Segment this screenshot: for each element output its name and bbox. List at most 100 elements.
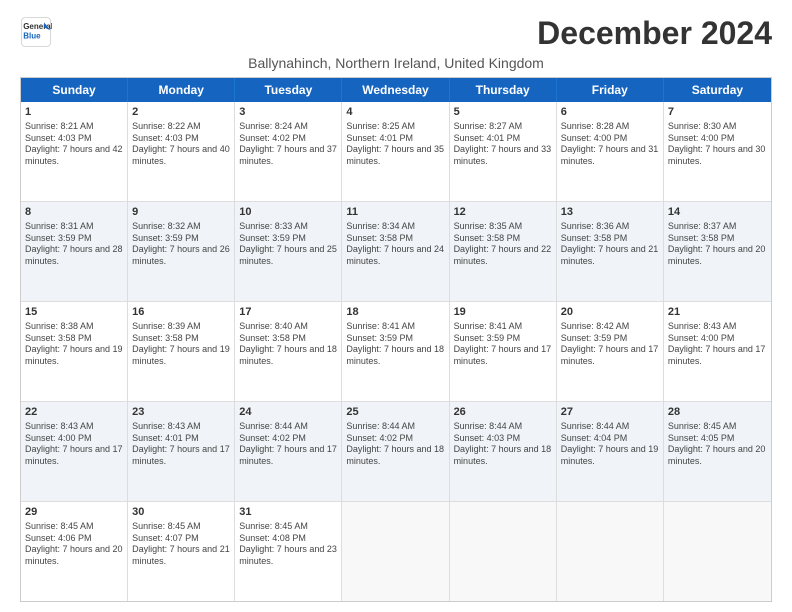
header-day-thursday: Thursday: [450, 78, 557, 102]
day-number: 14: [668, 205, 767, 220]
day-cell-21: 21Sunrise: 8:43 AMSunset: 4:00 PMDayligh…: [664, 302, 771, 401]
day-number: 22: [25, 405, 123, 420]
cell-info: Sunrise: 8:44 AMSunset: 4:04 PMDaylight:…: [561, 421, 659, 468]
day-number: 15: [25, 305, 123, 320]
header-day-sunday: Sunday: [21, 78, 128, 102]
day-cell-13: 13Sunrise: 8:36 AMSunset: 3:58 PMDayligh…: [557, 202, 664, 301]
day-number: 6: [561, 105, 659, 120]
day-number: 11: [346, 205, 444, 220]
empty-cell-4-4: [450, 502, 557, 601]
calendar-row-3: 22Sunrise: 8:43 AMSunset: 4:00 PMDayligh…: [21, 401, 771, 501]
cell-info: Sunrise: 8:45 AMSunset: 4:07 PMDaylight:…: [132, 521, 230, 568]
day-cell-14: 14Sunrise: 8:37 AMSunset: 3:58 PMDayligh…: [664, 202, 771, 301]
logo-icon: General Blue: [20, 16, 52, 48]
day-cell-29: 29Sunrise: 8:45 AMSunset: 4:06 PMDayligh…: [21, 502, 128, 601]
day-number: 20: [561, 305, 659, 320]
header-day-wednesday: Wednesday: [342, 78, 449, 102]
cell-info: Sunrise: 8:38 AMSunset: 3:58 PMDaylight:…: [25, 321, 123, 368]
day-number: 31: [239, 505, 337, 520]
day-number: 7: [668, 105, 767, 120]
cell-info: Sunrise: 8:24 AMSunset: 4:02 PMDaylight:…: [239, 121, 337, 168]
calendar-row-1: 8Sunrise: 8:31 AMSunset: 3:59 PMDaylight…: [21, 201, 771, 301]
day-cell-2: 2Sunrise: 8:22 AMSunset: 4:03 PMDaylight…: [128, 102, 235, 201]
cell-info: Sunrise: 8:42 AMSunset: 3:59 PMDaylight:…: [561, 321, 659, 368]
empty-cell-4-5: [557, 502, 664, 601]
day-number: 8: [25, 205, 123, 220]
cell-info: Sunrise: 8:36 AMSunset: 3:58 PMDaylight:…: [561, 221, 659, 268]
cell-info: Sunrise: 8:35 AMSunset: 3:58 PMDaylight:…: [454, 221, 552, 268]
day-cell-16: 16Sunrise: 8:39 AMSunset: 3:58 PMDayligh…: [128, 302, 235, 401]
day-number: 28: [668, 405, 767, 420]
cell-info: Sunrise: 8:37 AMSunset: 3:58 PMDaylight:…: [668, 221, 767, 268]
page: General Blue December 2024 Ballynahinch,…: [0, 0, 792, 612]
header-day-friday: Friday: [557, 78, 664, 102]
cell-info: Sunrise: 8:31 AMSunset: 3:59 PMDaylight:…: [25, 221, 123, 268]
day-number: 24: [239, 405, 337, 420]
cell-info: Sunrise: 8:45 AMSunset: 4:08 PMDaylight:…: [239, 521, 337, 568]
cell-info: Sunrise: 8:30 AMSunset: 4:00 PMDaylight:…: [668, 121, 767, 168]
cell-info: Sunrise: 8:21 AMSunset: 4:03 PMDaylight:…: [25, 121, 123, 168]
day-cell-5: 5Sunrise: 8:27 AMSunset: 4:01 PMDaylight…: [450, 102, 557, 201]
calendar-body: 1Sunrise: 8:21 AMSunset: 4:03 PMDaylight…: [21, 102, 771, 601]
day-number: 16: [132, 305, 230, 320]
calendar-row-2: 15Sunrise: 8:38 AMSunset: 3:58 PMDayligh…: [21, 301, 771, 401]
day-cell-25: 25Sunrise: 8:44 AMSunset: 4:02 PMDayligh…: [342, 402, 449, 501]
svg-text:Blue: Blue: [23, 31, 41, 40]
cell-info: Sunrise: 8:45 AMSunset: 4:06 PMDaylight:…: [25, 521, 123, 568]
header: General Blue December 2024: [20, 16, 772, 51]
cell-info: Sunrise: 8:40 AMSunset: 3:58 PMDaylight:…: [239, 321, 337, 368]
day-cell-8: 8Sunrise: 8:31 AMSunset: 3:59 PMDaylight…: [21, 202, 128, 301]
cell-info: Sunrise: 8:33 AMSunset: 3:59 PMDaylight:…: [239, 221, 337, 268]
day-cell-10: 10Sunrise: 8:33 AMSunset: 3:59 PMDayligh…: [235, 202, 342, 301]
day-cell-17: 17Sunrise: 8:40 AMSunset: 3:58 PMDayligh…: [235, 302, 342, 401]
logo: General Blue: [20, 16, 52, 48]
day-cell-3: 3Sunrise: 8:24 AMSunset: 4:02 PMDaylight…: [235, 102, 342, 201]
day-number: 12: [454, 205, 552, 220]
cell-info: Sunrise: 8:41 AMSunset: 3:59 PMDaylight:…: [346, 321, 444, 368]
day-cell-30: 30Sunrise: 8:45 AMSunset: 4:07 PMDayligh…: [128, 502, 235, 601]
cell-info: Sunrise: 8:25 AMSunset: 4:01 PMDaylight:…: [346, 121, 444, 168]
day-cell-15: 15Sunrise: 8:38 AMSunset: 3:58 PMDayligh…: [21, 302, 128, 401]
day-cell-6: 6Sunrise: 8:28 AMSunset: 4:00 PMDaylight…: [557, 102, 664, 201]
calendar-row-4: 29Sunrise: 8:45 AMSunset: 4:06 PMDayligh…: [21, 501, 771, 601]
day-number: 19: [454, 305, 552, 320]
day-number: 25: [346, 405, 444, 420]
day-number: 30: [132, 505, 230, 520]
calendar: SundayMondayTuesdayWednesdayThursdayFrid…: [20, 77, 772, 602]
calendar-row-0: 1Sunrise: 8:21 AMSunset: 4:03 PMDaylight…: [21, 102, 771, 201]
day-number: 29: [25, 505, 123, 520]
header-day-tuesday: Tuesday: [235, 78, 342, 102]
cell-info: Sunrise: 8:28 AMSunset: 4:00 PMDaylight:…: [561, 121, 659, 168]
day-number: 21: [668, 305, 767, 320]
day-number: 27: [561, 405, 659, 420]
main-title: December 2024: [537, 16, 772, 51]
day-cell-7: 7Sunrise: 8:30 AMSunset: 4:00 PMDaylight…: [664, 102, 771, 201]
day-number: 2: [132, 105, 230, 120]
day-number: 17: [239, 305, 337, 320]
day-cell-22: 22Sunrise: 8:43 AMSunset: 4:00 PMDayligh…: [21, 402, 128, 501]
day-number: 10: [239, 205, 337, 220]
day-cell-12: 12Sunrise: 8:35 AMSunset: 3:58 PMDayligh…: [450, 202, 557, 301]
day-number: 3: [239, 105, 337, 120]
day-cell-31: 31Sunrise: 8:45 AMSunset: 4:08 PMDayligh…: [235, 502, 342, 601]
day-number: 13: [561, 205, 659, 220]
cell-info: Sunrise: 8:44 AMSunset: 4:02 PMDaylight:…: [346, 421, 444, 468]
cell-info: Sunrise: 8:43 AMSunset: 4:00 PMDaylight:…: [25, 421, 123, 468]
cell-info: Sunrise: 8:34 AMSunset: 3:58 PMDaylight:…: [346, 221, 444, 268]
day-cell-11: 11Sunrise: 8:34 AMSunset: 3:58 PMDayligh…: [342, 202, 449, 301]
title-area: December 2024: [537, 16, 772, 51]
cell-info: Sunrise: 8:39 AMSunset: 3:58 PMDaylight:…: [132, 321, 230, 368]
day-cell-26: 26Sunrise: 8:44 AMSunset: 4:03 PMDayligh…: [450, 402, 557, 501]
day-cell-19: 19Sunrise: 8:41 AMSunset: 3:59 PMDayligh…: [450, 302, 557, 401]
day-cell-9: 9Sunrise: 8:32 AMSunset: 3:59 PMDaylight…: [128, 202, 235, 301]
day-cell-1: 1Sunrise: 8:21 AMSunset: 4:03 PMDaylight…: [21, 102, 128, 201]
cell-info: Sunrise: 8:27 AMSunset: 4:01 PMDaylight:…: [454, 121, 552, 168]
cell-info: Sunrise: 8:45 AMSunset: 4:05 PMDaylight:…: [668, 421, 767, 468]
day-cell-23: 23Sunrise: 8:43 AMSunset: 4:01 PMDayligh…: [128, 402, 235, 501]
day-cell-28: 28Sunrise: 8:45 AMSunset: 4:05 PMDayligh…: [664, 402, 771, 501]
day-number: 9: [132, 205, 230, 220]
empty-cell-4-3: [342, 502, 449, 601]
svg-text:General: General: [23, 22, 52, 31]
day-number: 23: [132, 405, 230, 420]
header-day-saturday: Saturday: [664, 78, 771, 102]
